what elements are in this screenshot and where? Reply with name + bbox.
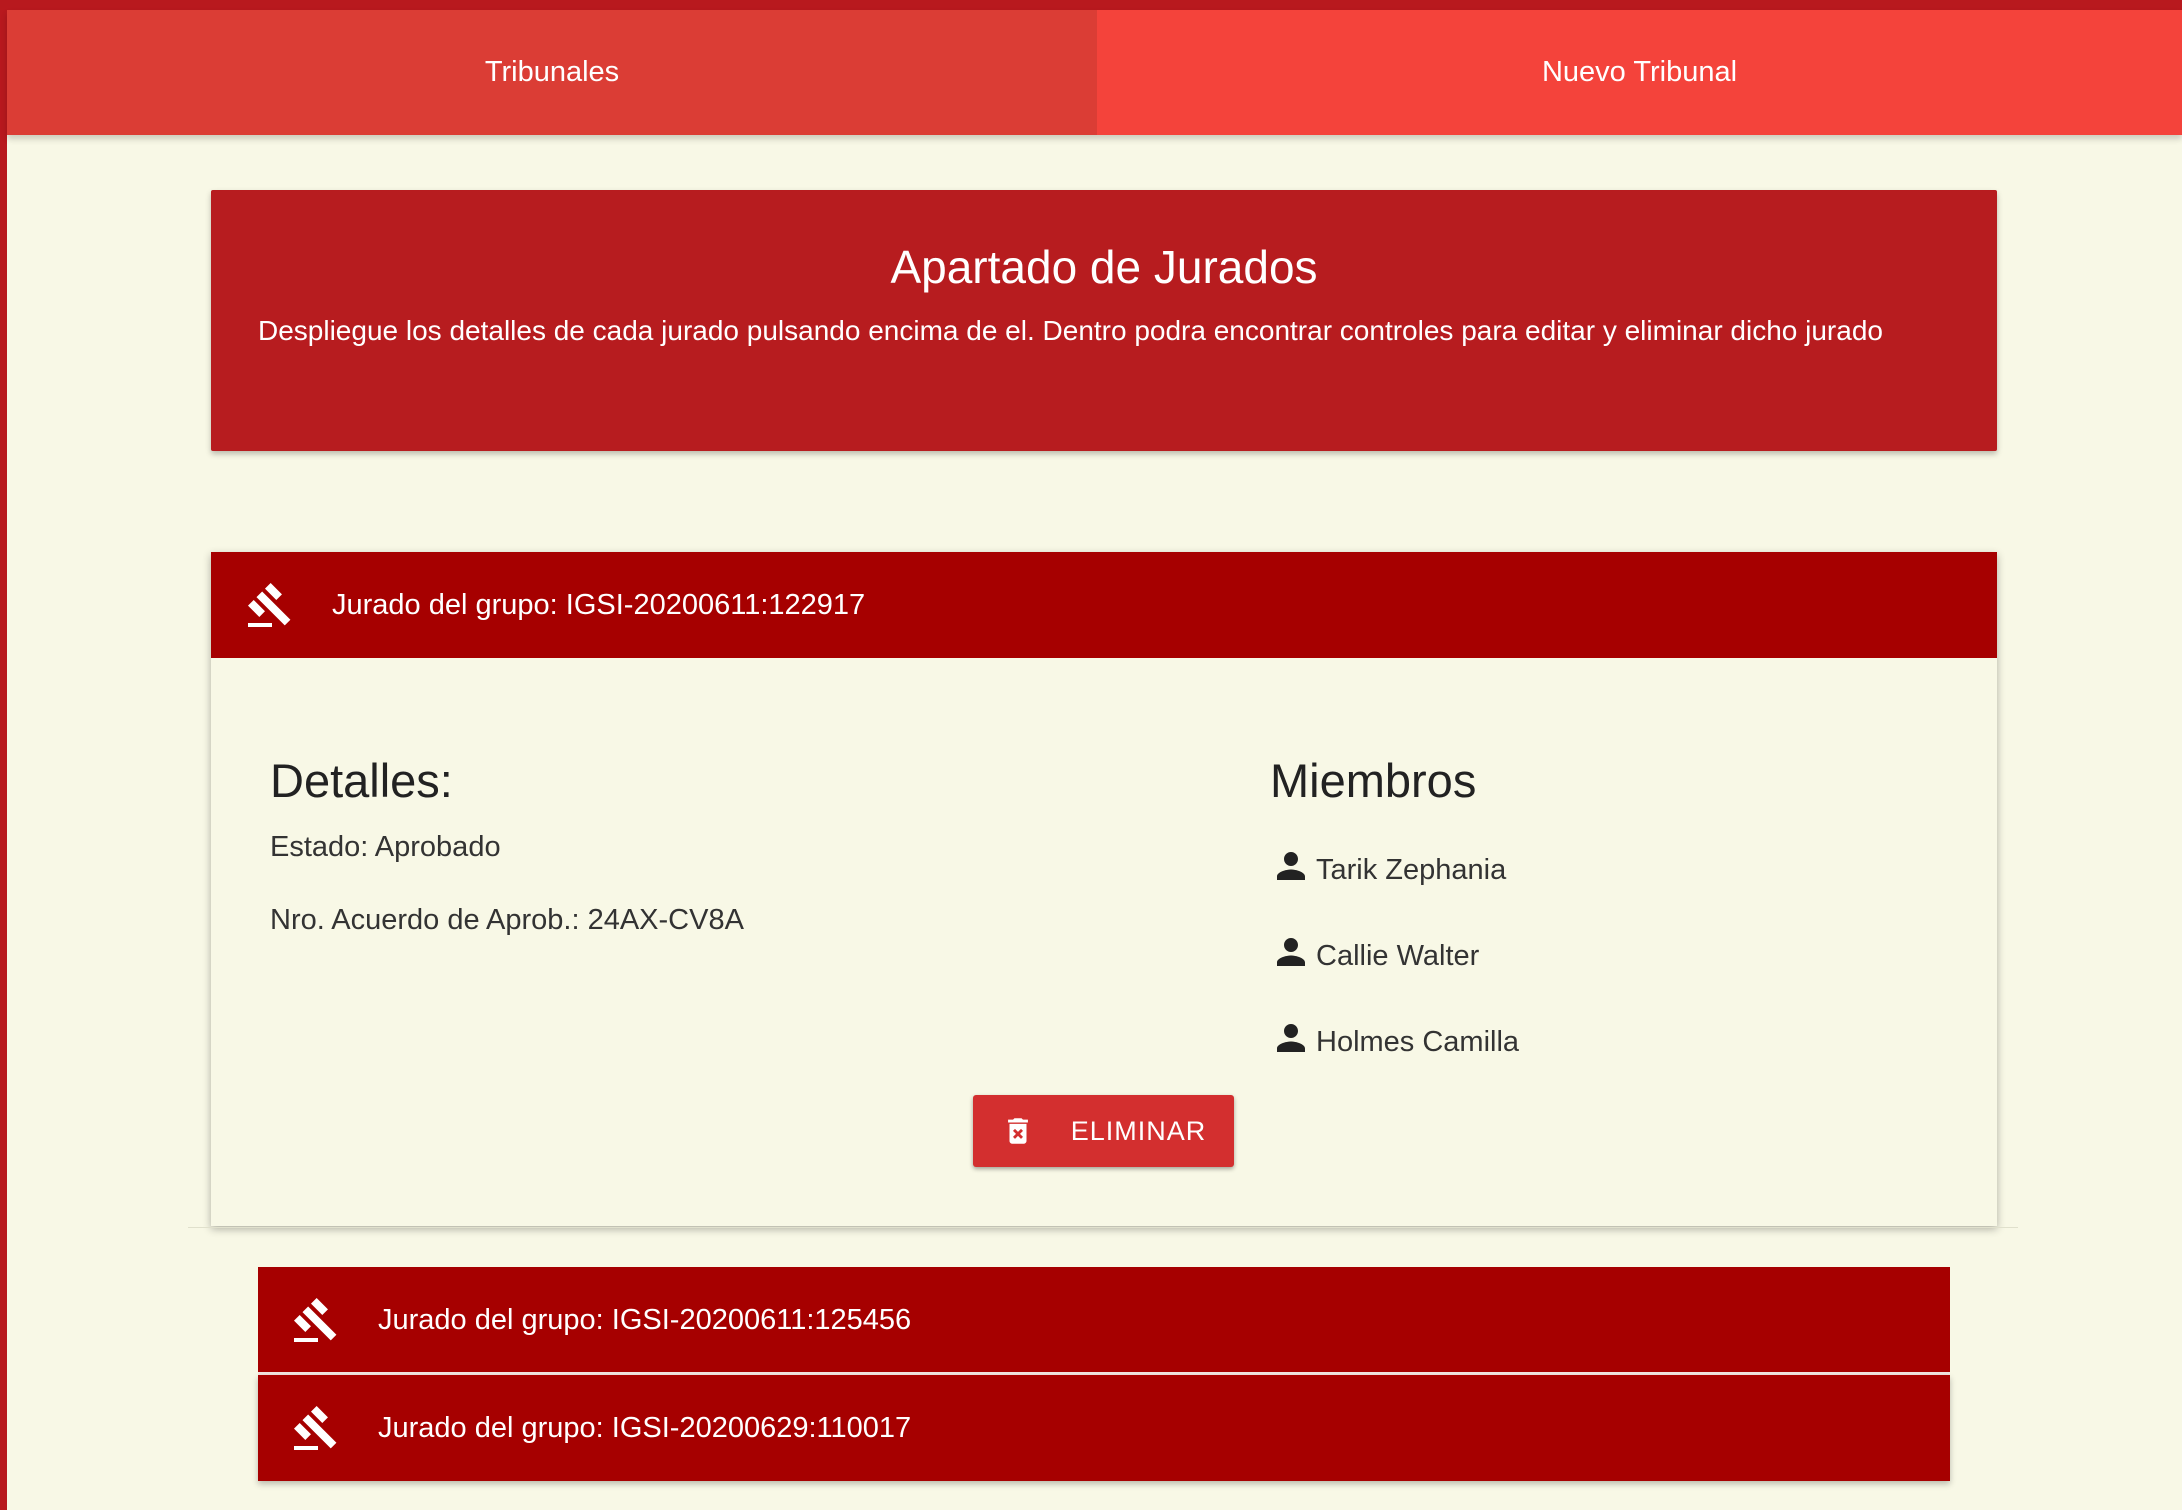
top-nav-tabs: Tribunales Nuevo Tribunal	[7, 10, 2182, 135]
tab-tribunales-label: Tribunales	[484, 56, 620, 88]
member-name: Holmes Camilla	[1316, 1026, 1520, 1059]
person-icon	[1270, 1017, 1312, 1059]
tab-tribunales[interactable]: Tribunales	[7, 10, 1097, 135]
tab-nuevo-tribunal-label: Nuevo Tribunal	[1541, 56, 1738, 88]
member-item: Tarik Zephania	[1270, 841, 1519, 887]
trash-icon	[1001, 1114, 1035, 1148]
jurado-panel-expanded: Jurado del grupo: IGSI-20200611:122917 D…	[211, 552, 1997, 1226]
delete-button-label: ELIMINAR	[1070, 1115, 1207, 1146]
jurado-panel-header[interactable]: Jurado del grupo: IGSI-20200611:122917	[211, 552, 1997, 658]
jurado-panel-title: Jurado del grupo: IGSI-20200629:110017	[378, 1411, 912, 1444]
gavel-icon	[292, 1404, 340, 1452]
jurados-banner: Apartado de Jurados Despliegue los detal…	[211, 190, 1997, 451]
member-name: Tarik Zephania	[1316, 854, 1507, 887]
jurado-panel-title: Jurado del grupo: IGSI-20200611:122917	[332, 588, 866, 621]
jurado-panel-body: Detalles: Estado: Aprobado Nro. Acuerdo …	[211, 658, 1997, 1226]
members-section: Miembros Tarik Zephania Callie Walter Ho…	[1270, 753, 1519, 1059]
member-item: Holmes Camilla	[1270, 1013, 1519, 1059]
window-top-border	[0, 0, 2182, 10]
person-icon	[1270, 845, 1312, 887]
page-title: Apartado de Jurados	[890, 241, 1318, 293]
details-section: Detalles: Estado: Aprobado Nro. Acuerdo …	[270, 753, 744, 937]
gavel-icon	[246, 581, 294, 629]
member-name: Callie Walter	[1316, 940, 1480, 973]
person-icon	[1270, 931, 1312, 973]
window-left-border	[0, 0, 7, 1510]
acuerdo-text: Nro. Acuerdo de Aprob.: 24AX-CV8A	[270, 904, 744, 937]
jurado-panel-header-collapsed[interactable]: Jurado del grupo: IGSI-20200611:125456	[258, 1267, 1950, 1373]
delete-button[interactable]: ELIMINAR	[973, 1095, 1234, 1167]
panel-divider	[188, 1227, 2018, 1228]
gavel-icon	[292, 1296, 340, 1344]
jurado-panel-title: Jurado del grupo: IGSI-20200611:125456	[378, 1303, 912, 1336]
member-item: Callie Walter	[1270, 927, 1519, 973]
members-heading: Miembros	[1270, 754, 1477, 807]
page-description: Despliegue los detalles de cada jurado p…	[258, 315, 1883, 347]
estado-text: Estado: Aprobado	[270, 831, 501, 864]
tab-nuevo-tribunal[interactable]: Nuevo Tribunal	[1097, 10, 2182, 135]
details-heading: Detalles:	[270, 754, 453, 807]
jurado-panel-header-collapsed[interactable]: Jurado del grupo: IGSI-20200629:110017	[258, 1375, 1950, 1481]
